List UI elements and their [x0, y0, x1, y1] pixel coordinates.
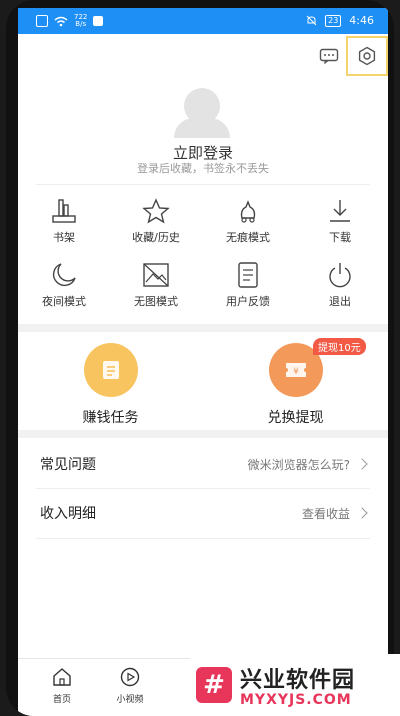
divider: [36, 538, 370, 539]
grid-item-label: 夜间模式: [42, 295, 86, 308]
faq-row[interactable]: 常见问题 微米浏览器怎么玩?: [40, 440, 370, 488]
task-label: 赚钱任务: [82, 410, 139, 426]
grid-item-label: 无痕模式: [226, 231, 270, 244]
row-value: 查看收益: [301, 506, 350, 521]
screen: 722 B/s 23 4:46 立即登录 登录后收藏，书签永不丢失 书架 收藏/…: [18, 8, 388, 716]
watermark-title: 兴业软件园: [240, 668, 356, 693]
status-bar: 722 B/s 23 4:46: [18, 8, 388, 34]
no-image-icon: [143, 263, 169, 287]
chevron-right-icon: [356, 458, 368, 470]
tab-label: 小视频: [116, 695, 144, 705]
mute-icon: [306, 15, 317, 26]
task-list-icon: [102, 361, 119, 379]
section-separator: [18, 430, 388, 438]
login-subtitle: 登录后收藏，书签永不丢失: [137, 162, 269, 175]
chevron-right-icon: [356, 507, 368, 519]
video-icon: [120, 667, 140, 687]
download-icon: [330, 200, 350, 222]
settings-button[interactable]: [346, 36, 388, 76]
tab-home[interactable]: 首页: [32, 667, 92, 705]
income-details-row[interactable]: 收入明细 查看收益: [40, 489, 370, 537]
tab-label: 首页: [52, 695, 71, 705]
grid-item-favorites[interactable]: 收藏/历史: [110, 198, 202, 245]
watermark-logo: #: [196, 667, 232, 703]
grid-item-exit[interactable]: 退出: [294, 262, 386, 309]
task-icon-circle: [83, 343, 138, 397]
tab-short-video[interactable]: 小视频: [100, 667, 160, 705]
feedback-icon: [238, 262, 258, 288]
bookshelf-icon: [52, 199, 76, 223]
grid-item-label: 下载: [329, 231, 351, 244]
coupon-icon: ¥: [285, 363, 306, 377]
section-separator: [18, 324, 388, 332]
notification-icon: [93, 16, 104, 26]
row-label: 常见问题: [40, 457, 96, 473]
gear-icon: [358, 46, 376, 66]
phone-frame: 722 B/s 23 4:46 立即登录 登录后收藏，书签永不丢失 书架 收藏/…: [6, 0, 394, 716]
incognito-icon: [240, 200, 256, 223]
home-icon: [53, 668, 71, 686]
grid-item-incognito[interactable]: 无痕模式: [202, 198, 294, 245]
avatar-body: [174, 118, 230, 138]
grid-item-download[interactable]: 下载: [294, 198, 386, 245]
grid-item-label: 退出: [329, 295, 351, 308]
battery-level: 23: [325, 14, 342, 27]
grid-item-label: 用户反馈: [226, 295, 270, 308]
row-label: 收入明细: [40, 506, 96, 522]
power-icon: [329, 263, 351, 288]
grid-item-label: 书架: [53, 231, 75, 244]
task-label: 兑换提现: [267, 410, 324, 426]
message-icon: [319, 48, 339, 64]
grid-item-label: 收藏/历史: [132, 231, 180, 244]
clock: 4:46: [349, 14, 374, 27]
wifi-icon: [54, 16, 68, 26]
withdraw-badge: 提现10元: [313, 338, 366, 355]
top-actions: [308, 36, 388, 76]
redeem-withdraw-button[interactable]: ¥ 兑换提现: [203, 343, 388, 427]
row-value: 微米浏览器怎么玩?: [247, 457, 350, 472]
divider: [36, 184, 370, 185]
earn-tasks-button[interactable]: 赚钱任务: [18, 343, 203, 427]
moon-icon: [52, 263, 76, 287]
watermark: # 兴业软件园 MYXYJS.COM: [190, 654, 400, 716]
sim-icon: [36, 15, 48, 27]
grid-item-night-mode[interactable]: 夜间模式: [18, 262, 110, 309]
svg-text:¥: ¥: [293, 367, 299, 377]
grid-item-label: 无图模式: [134, 295, 178, 308]
grid-item-bookshelf[interactable]: 书架: [18, 198, 110, 245]
net-speed: 722 B/s: [74, 13, 88, 28]
star-icon: [142, 198, 170, 224]
grid-item-no-image[interactable]: 无图模式: [110, 262, 202, 309]
grid-item-feedback[interactable]: 用户反馈: [202, 262, 294, 309]
message-button[interactable]: [312, 39, 346, 73]
watermark-url: MYXYJS.COM: [240, 692, 352, 708]
